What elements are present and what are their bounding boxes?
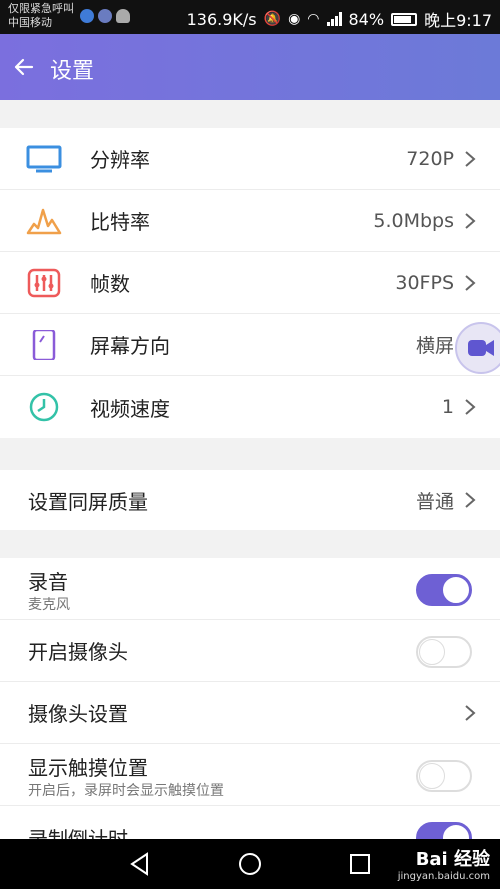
cloud-icon [116, 9, 130, 23]
back-arrow-icon[interactable] [10, 52, 40, 82]
clock-icon [29, 392, 59, 422]
network-speed: 136.9K/s [186, 9, 257, 29]
screen-quality-label: 设置同屏质量 [28, 489, 148, 514]
record-audio-toggle[interactable] [416, 574, 472, 606]
status-right: 136.9K/s 🔕 ◉ ◠ 84% 晚上9:17 [187, 7, 492, 31]
video-speed-row[interactable]: 视频速度 1 [0, 376, 500, 438]
record-audio-row: 录音 麦克风 [0, 558, 500, 620]
orientation-label: 屏幕方向 [90, 334, 170, 358]
status-bar: 仅限紧急呼叫 中国移动 136.9K/s 🔕 ◉ ◠ 84% 晚上9:17 [0, 0, 500, 34]
record-audio-sub: 麦克风 [28, 597, 70, 613]
show-touch-row: 显示触摸位置 开启后，录屏时会显示触摸位置 [0, 744, 500, 806]
chevron-right-icon [465, 705, 476, 721]
bitrate-row[interactable]: 比特率 5.0Mbps [0, 190, 500, 252]
orientation-value: 横屏 [415, 335, 454, 357]
toggle-knob [419, 639, 445, 665]
notification-icons [80, 9, 130, 23]
camera-settings-label: 摄像头设置 [28, 702, 128, 726]
bitrate-label: 比特率 [90, 210, 150, 234]
eye-icon: ◉ [288, 11, 301, 27]
page-title: 设置 [50, 59, 95, 84]
watermark-url: jingyan.baidu.com [397, 871, 490, 882]
home-circle-icon[interactable] [235, 849, 265, 879]
camera-label: 开启摄像头 [28, 640, 128, 664]
wifi-icon: ◠ [307, 11, 320, 27]
toggle-knob [443, 577, 469, 603]
show-touch-toggle[interactable] [416, 760, 472, 792]
chevron-right-icon [465, 399, 476, 415]
system-nav-bar: Bai 经验 jingyan.baidu.com [0, 839, 500, 889]
resolution-row[interactable]: 分辨率 720P [0, 128, 500, 190]
countdown-row: 录制倒计时 [0, 806, 500, 839]
video-settings-section: 分辨率 720P 比特率 5.0Mbps 帧数 30FPS 屏幕方向 横屏 视频… [0, 128, 500, 438]
app-notification-icon [80, 9, 94, 23]
camera-settings-row[interactable]: 摄像头设置 [0, 682, 500, 744]
carrier-info: 仅限紧急呼叫 中国移动 [8, 2, 74, 30]
chevron-right-icon [465, 213, 476, 229]
show-touch-sub: 开启后，录屏时会显示触摸位置 [28, 783, 224, 799]
toggle-knob [443, 825, 469, 839]
chevron-right-icon [465, 492, 476, 508]
floating-record-button[interactable] [455, 322, 500, 374]
mute-icon: 🔕 [263, 11, 282, 27]
clock: 晚上9:17 [424, 11, 492, 30]
battery-percent: 84% [348, 9, 385, 29]
framerate-value: 30FPS [395, 271, 454, 294]
screen-quality-row[interactable]: 设置同屏质量 普通 [0, 470, 500, 530]
phone-orientation-icon [32, 330, 56, 360]
resolution-label: 分辨率 [90, 148, 150, 172]
waveform-icon [26, 208, 62, 235]
framerate-label: 帧数 [90, 272, 130, 296]
carrier-name: 中国移动 [8, 16, 52, 29]
bitrate-value: 5.0Mbps [373, 209, 454, 232]
camera-toggle[interactable] [416, 636, 472, 668]
monitor-icon [26, 145, 62, 173]
recording-options-section: 录音 麦克风 开启摄像头 摄像头设置 显示触摸位置 开启后，录屏时会显示触摸位置… [0, 558, 500, 839]
toggle-knob [419, 763, 445, 789]
signal-icon [326, 12, 342, 26]
camera-row: 开启摄像头 [0, 620, 500, 682]
carrier-emergency-text: 仅限紧急呼叫 [8, 2, 74, 15]
app-bar: 设置 [0, 34, 500, 100]
framerate-row[interactable]: 帧数 30FPS [0, 252, 500, 314]
countdown-toggle[interactable] [416, 822, 472, 839]
video-speed-value: 1 [441, 396, 454, 418]
countdown-label: 录制倒计时 [28, 826, 128, 840]
quality-section: 设置同屏质量 普通 [0, 470, 500, 530]
recents-square-icon[interactable] [345, 849, 375, 879]
watermark-logo: Bai 经验 [415, 849, 490, 870]
chevron-right-icon [465, 275, 476, 291]
resolution-value: 720P [406, 147, 454, 170]
camera-ball-icon [468, 340, 494, 356]
show-touch-label: 显示触摸位置 [28, 756, 148, 780]
battery-icon [391, 12, 418, 26]
sliders-icon [27, 268, 61, 298]
app-notification-icon [98, 9, 112, 23]
back-triangle-icon[interactable] [125, 849, 155, 879]
orientation-row[interactable]: 屏幕方向 横屏 [0, 314, 500, 376]
video-speed-label: 视频速度 [90, 396, 170, 421]
chevron-right-icon [465, 151, 476, 167]
record-audio-label: 录音 [28, 570, 68, 594]
screen-quality-value: 普通 [415, 490, 454, 513]
